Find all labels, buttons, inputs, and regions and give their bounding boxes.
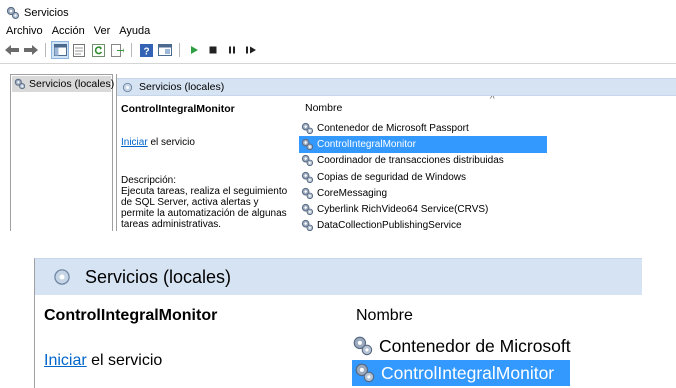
service-detail: ControlIntegralMonitor Iniciar el servic… xyxy=(121,103,293,231)
service-rows: Contenedor de Microsoft Passport Control… xyxy=(299,120,547,231)
list-item[interactable]: Coordinador de transacciones distribuida… xyxy=(299,153,547,169)
service-gear-icon xyxy=(301,187,314,200)
service-name: CoreMessaging xyxy=(317,187,388,199)
stop-icon[interactable] xyxy=(205,42,221,58)
menu-archivo[interactable]: Archivo xyxy=(6,25,43,37)
services-list: ^ Nombre Contenedor de Microsoft Passpor… xyxy=(295,96,676,231)
service-name: ControlIntegralMonitor xyxy=(317,138,416,150)
list-item-selected[interactable]: ControlIntegralMonitor xyxy=(299,136,547,153)
resume-icon[interactable] xyxy=(243,42,259,58)
column-header-label: Nombre xyxy=(305,102,343,114)
console-tree-icon[interactable] xyxy=(51,41,69,59)
list-item[interactable]: Copias de seguridad de Windows xyxy=(299,169,547,185)
panel-header: Servicios (locales) xyxy=(117,78,676,96)
console-tree: Servicios (locales) xyxy=(10,74,115,231)
refresh-icon[interactable] xyxy=(90,42,106,58)
play-icon[interactable] xyxy=(186,42,202,58)
pause-icon[interactable] xyxy=(224,42,240,58)
service-name: Copias de seguridad de Windows xyxy=(317,171,466,183)
zoom-header-title: Servicios (locales) xyxy=(85,266,232,287)
zoom-panel-header: Servicios (locales) xyxy=(34,258,642,295)
services-gear-icon xyxy=(51,266,73,288)
svg-text:?: ? xyxy=(143,46,149,57)
forward-arrow-icon[interactable] xyxy=(23,42,39,58)
start-service-suffix: el servicio xyxy=(147,137,195,148)
tree-item-label: Servicios (locales) xyxy=(29,78,115,90)
list-item[interactable]: Contenedor de Microsoft Passport xyxy=(299,120,547,136)
list-item[interactable]: CoreMessaging xyxy=(299,185,547,201)
service-gear-icon xyxy=(301,122,314,135)
service-gear-icon xyxy=(301,171,314,184)
sort-indicator: ^ xyxy=(490,96,495,105)
toolbar-divider xyxy=(0,63,676,64)
service-name: Cyberlink RichVideo64 Service(CRVS) xyxy=(317,204,489,216)
services-panel: Servicios (locales) ControlIntegralMonit… xyxy=(116,74,676,231)
list-item[interactable]: DataCollectionPublishingService xyxy=(299,218,547,231)
menu-ayuda[interactable]: Ayuda xyxy=(119,25,150,37)
export-list-icon[interactable] xyxy=(109,42,125,58)
service-gear-icon xyxy=(352,335,374,357)
zoom-list-item[interactable]: Contenedor de Microsoft xyxy=(352,334,642,358)
panel-header-title: Servicios (locales) xyxy=(139,81,225,93)
services-gear-icon xyxy=(6,6,20,20)
column-header-nombre[interactable]: ^ Nombre xyxy=(295,96,545,114)
start-service-link[interactable]: Iniciar xyxy=(121,137,148,148)
zoom-start-service-link[interactable]: Iniciar xyxy=(44,352,87,369)
menu-bar: Archivo Acción Ver Ayuda xyxy=(6,23,150,39)
help-icon[interactable]: ? xyxy=(138,42,154,58)
services-gear-icon xyxy=(121,81,134,94)
service-name: Contenedor de Microsoft Passport xyxy=(317,122,469,134)
service-name: ControlIntegralMonitor xyxy=(381,362,555,383)
toolbar: ? xyxy=(4,40,259,60)
services-window: Servicios Archivo Acción Ver Ayuda ? Ser… xyxy=(0,0,676,231)
zoom-selected-service-name: ControlIntegralMonitor xyxy=(44,307,218,324)
services-gear-icon xyxy=(14,78,26,90)
window-title: Servicios xyxy=(24,7,69,19)
description-text: Ejecuta tareas, realiza el seguimiento d… xyxy=(121,186,288,230)
zoom-divider xyxy=(34,295,35,388)
service-gear-icon xyxy=(354,362,376,384)
zoom-column-header-nombre[interactable]: Nombre xyxy=(356,307,413,325)
service-name: Coordinador de transacciones distribuida… xyxy=(317,155,504,167)
title-bar: Servicios xyxy=(6,5,69,21)
zoomed-view: Servicios (locales) ControlIntegralMonit… xyxy=(34,258,642,388)
properties-icon[interactable] xyxy=(71,42,87,58)
service-name: DataCollectionPublishingService xyxy=(317,220,462,231)
zoom-start-service-line: Iniciar el servicio xyxy=(44,352,162,370)
selected-service-name: ControlIntegralMonitor xyxy=(121,103,235,115)
view-icon[interactable] xyxy=(157,42,173,58)
start-service-line: Iniciar el servicio xyxy=(121,137,293,148)
service-gear-icon xyxy=(301,219,314,231)
service-gear-icon xyxy=(301,138,314,151)
back-arrow-icon[interactable] xyxy=(4,42,20,58)
zoom-start-service-suffix: el servicio xyxy=(86,352,163,369)
zoom-list-item-selected[interactable]: ControlIntegralMonitor xyxy=(352,360,570,386)
toolbar-separator xyxy=(179,43,180,57)
list-item[interactable]: Cyberlink RichVideo64 Service(CRVS) xyxy=(299,201,547,217)
service-gear-icon xyxy=(301,203,314,216)
description-label: Descripción: xyxy=(121,175,177,186)
toolbar-separator xyxy=(45,43,46,57)
tree-item-servicios-locales[interactable]: Servicios (locales) xyxy=(12,76,115,92)
toolbar-separator xyxy=(131,43,132,57)
service-name: Contenedor de Microsoft xyxy=(379,335,571,356)
menu-accion[interactable]: Acción xyxy=(52,25,85,37)
menu-ver[interactable]: Ver xyxy=(94,25,111,37)
service-gear-icon xyxy=(301,154,314,167)
